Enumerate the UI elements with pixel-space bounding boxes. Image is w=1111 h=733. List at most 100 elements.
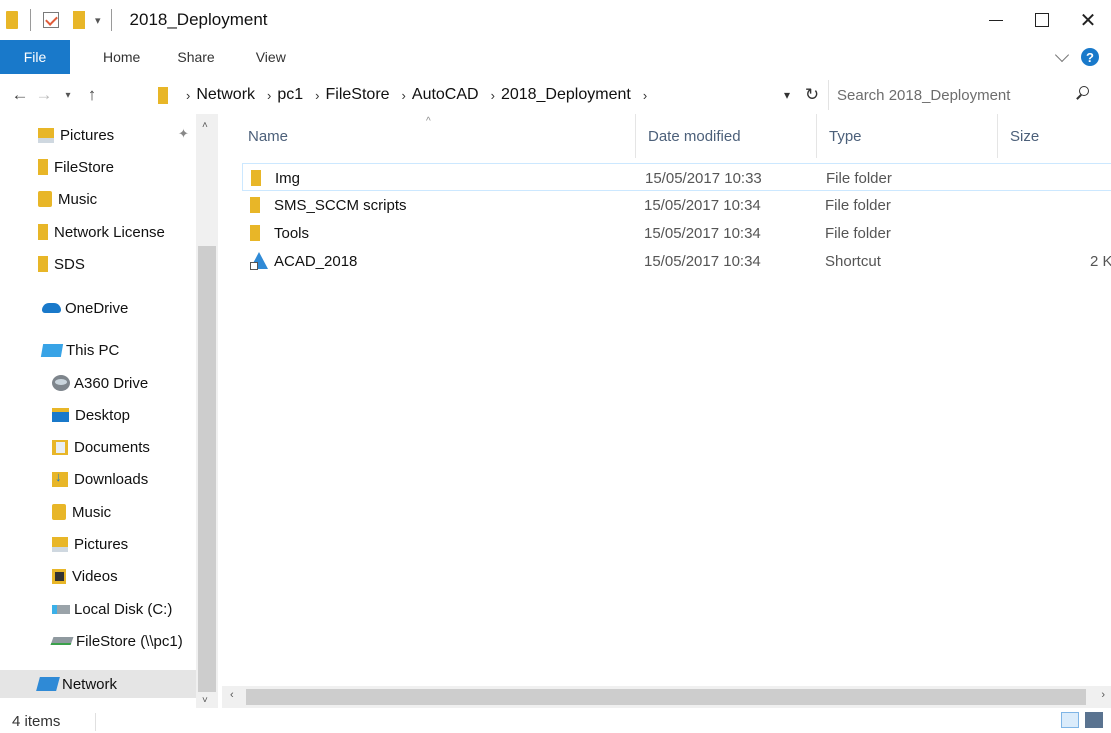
chevron-right-icon[interactable]: › xyxy=(267,88,271,103)
network-icon xyxy=(36,677,60,691)
nav-item-sds[interactable]: SDS xyxy=(38,250,85,278)
nav-item-label: Downloads xyxy=(74,470,149,488)
file-type: File folder xyxy=(825,196,891,214)
file-name: Img xyxy=(275,169,301,187)
column-header-name[interactable]: Name xyxy=(236,114,634,158)
nav-item-label: FileStore xyxy=(54,158,115,176)
nav-item-pictures[interactable]: Pictures xyxy=(38,121,114,149)
up-button[interactable]: ↑ xyxy=(80,80,104,110)
nav-item-documents[interactable]: Documents xyxy=(52,433,150,461)
tab-view[interactable]: View xyxy=(232,40,303,74)
search-input[interactable]: Search 2018_Deployment xyxy=(828,80,1100,110)
divider xyxy=(30,9,31,31)
search-placeholder: Search 2018_Deployment xyxy=(837,86,1011,104)
date-modified: 15/05/2017 10:34 xyxy=(644,224,761,242)
details-view-icon[interactable] xyxy=(1061,712,1079,728)
breadcrumb-autocad[interactable]: AutoCAD xyxy=(412,86,479,104)
file-name: Tools xyxy=(274,224,310,242)
search-icon[interactable] xyxy=(1076,86,1090,100)
file-name-cell: SMS_SCCM scripts xyxy=(250,191,407,219)
nav-item-onedrive[interactable]: OneDrive xyxy=(42,294,128,322)
address-bar[interactable]: › Network › pc1 › FileStore › AutoCAD › … xyxy=(148,80,824,110)
nav-item-label: FileStore (\\pc1) xyxy=(76,632,183,650)
nav-item-label: Desktop xyxy=(75,406,131,424)
breadcrumb-pc1[interactable]: pc1 xyxy=(277,86,303,104)
onedrive-cloud-icon xyxy=(42,303,61,313)
date-modified: 15/05/2017 10:34 xyxy=(644,252,761,270)
chevron-right-icon[interactable]: › xyxy=(643,88,647,103)
file-row-sms-sccm-scripts[interactable]: SMS_SCCM scripts 15/05/2017 10:34 File f… xyxy=(242,191,1111,219)
tab-home[interactable]: Home xyxy=(70,40,157,74)
nav-item-filestore[interactable]: FileStore xyxy=(38,153,114,181)
file-size: 2 KB xyxy=(1090,252,1111,270)
help-icon[interactable]: ? xyxy=(1081,48,1099,66)
nav-item-desktop[interactable]: Desktop xyxy=(52,401,130,429)
nav-item-local-disk[interactable]: Local Disk (C:) xyxy=(52,595,172,623)
nav-item-filestore-drive[interactable]: FileStore (\\pc1) xyxy=(50,627,183,655)
scroll-left-icon[interactable]: ‹ xyxy=(230,689,234,701)
nav-item-pictures-pc[interactable]: Pictures xyxy=(52,530,128,558)
file-name-cell: Img xyxy=(251,164,300,192)
nav-item-music[interactable]: Music xyxy=(38,185,97,213)
recent-locations-button[interactable]: ▾ xyxy=(56,80,80,110)
maximize-button[interactable] xyxy=(1019,0,1065,40)
tab-share[interactable]: Share xyxy=(157,40,231,74)
chevron-right-icon[interactable]: › xyxy=(491,88,495,103)
back-button[interactable]: ← xyxy=(8,80,32,110)
divider xyxy=(95,713,96,731)
tab-file[interactable]: File xyxy=(0,40,70,74)
large-icons-view-icon[interactable] xyxy=(1085,712,1103,728)
navigation-scrollbar[interactable]: ˄ ˅ xyxy=(196,114,218,708)
minimize-button[interactable] xyxy=(973,0,1019,40)
scroll-up-icon[interactable]: ˄ xyxy=(202,120,208,131)
chevron-right-icon[interactable]: › xyxy=(402,88,406,103)
file-row-tools[interactable]: Tools 15/05/2017 10:34 File folder xyxy=(242,219,1111,247)
column-header-size[interactable]: Size xyxy=(998,114,1111,158)
expand-ribbon-icon[interactable] xyxy=(1054,47,1070,62)
refresh-icon: ↻ xyxy=(804,85,820,104)
properties-icon[interactable] xyxy=(43,12,59,28)
scroll-down-icon[interactable]: ˅ xyxy=(202,695,208,706)
title-bar: ▾ 2018_Deployment ✕ xyxy=(0,0,1111,40)
nav-item-this-pc[interactable]: This PC xyxy=(40,336,119,364)
scrollbar-thumb[interactable] xyxy=(198,246,216,692)
file-row-acad-2018[interactable]: ACAD_2018 15/05/2017 10:34 Shortcut 2 KB xyxy=(242,247,1111,275)
item-count: 4 items xyxy=(12,712,61,730)
forward-button[interactable]: → xyxy=(32,80,56,110)
breadcrumb-filestore[interactable]: FileStore xyxy=(326,86,390,104)
file-list: ^ Name Date modified Type Size Img 15/05… xyxy=(218,114,1111,708)
file-row-img[interactable]: Img 15/05/2017 10:33 File folder xyxy=(242,163,1111,191)
chevron-down-icon: ▾ xyxy=(784,88,791,102)
nav-item-label: OneDrive xyxy=(65,299,129,317)
window-title: 2018_Deployment xyxy=(129,10,268,29)
nav-item-videos[interactable]: Videos xyxy=(52,562,118,590)
refresh-button[interactable]: ↻ xyxy=(800,80,824,110)
ribbon-tabs: File Home Share View ? xyxy=(0,40,1111,74)
folder-icon xyxy=(38,224,48,240)
scrollbar-thumb[interactable] xyxy=(246,689,1086,705)
folder-icon xyxy=(38,159,48,175)
customize-toolbar-dropdown-icon[interactable]: ▾ xyxy=(95,14,101,27)
close-button[interactable]: ✕ xyxy=(1065,0,1111,40)
nav-item-network-license[interactable]: Network License xyxy=(38,218,165,246)
file-type: Shortcut xyxy=(825,252,881,270)
column-header-date[interactable]: Date modified xyxy=(636,114,816,158)
chevron-right-icon[interactable]: › xyxy=(315,88,319,103)
breadcrumb-2018-deployment[interactable]: 2018_Deployment xyxy=(501,86,631,104)
chevron-right-icon[interactable]: › xyxy=(186,88,190,103)
scroll-right-icon[interactable]: › xyxy=(1101,689,1105,701)
pin-icon[interactable]: ✦ xyxy=(178,126,189,142)
breadcrumb-network[interactable]: Network xyxy=(196,86,255,104)
new-folder-icon[interactable] xyxy=(73,11,85,29)
back-arrow-icon: ← xyxy=(11,85,29,104)
file-name: SMS_SCCM scripts xyxy=(274,196,407,214)
address-history-dropdown[interactable]: ▾ xyxy=(784,80,790,110)
nav-item-network[interactable]: Network xyxy=(0,670,196,698)
date-modified: 15/05/2017 10:33 xyxy=(645,169,762,187)
column-header-type[interactable]: Type xyxy=(817,114,997,158)
nav-item-a360-drive[interactable]: A360 Drive xyxy=(52,369,148,397)
nav-item-downloads[interactable]: Downloads xyxy=(52,465,148,493)
nav-item-music-pc[interactable]: Music xyxy=(52,498,111,526)
horizontal-scrollbar[interactable]: ‹ › xyxy=(222,686,1111,708)
folder-icon[interactable] xyxy=(6,11,18,29)
